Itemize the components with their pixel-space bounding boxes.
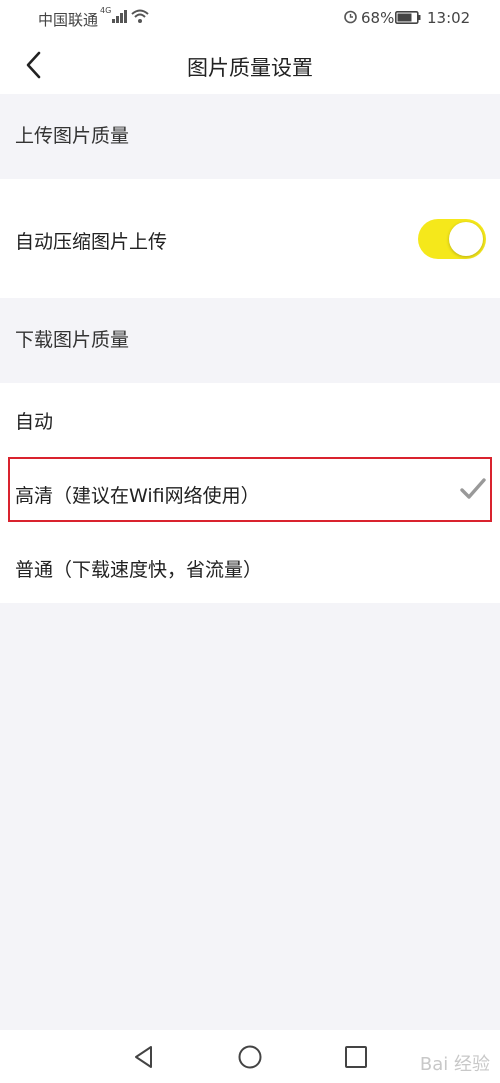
home-circle-icon[interactable]: [237, 1044, 263, 1070]
toggle-knob: [449, 222, 483, 256]
option-auto-label: 自动: [15, 411, 54, 433]
option-normal-label: 普通（下载速度快，省流量）: [15, 559, 263, 581]
back-triangle-icon[interactable]: [131, 1044, 157, 1070]
wifi-icon: [131, 9, 149, 23]
option-auto-row[interactable]: 自动: [0, 383, 500, 455]
alarm-icon: [344, 10, 357, 24]
carrier-label: 中国联通: [38, 11, 99, 29]
option-normal-row[interactable]: 普通（下载速度快，省流量）: [0, 527, 500, 603]
checkmark-icon: [460, 478, 486, 499]
auto-compress-row[interactable]: 自动压缩图片上传: [0, 179, 500, 298]
battery-percent: 68%: [361, 9, 395, 27]
watermark: Bai 经验: [419, 1054, 490, 1075]
status-bar: 中国联通 4G 68% 13:02: [0, 0, 500, 36]
nav-header: 图片质量设置: [0, 36, 500, 94]
recents-square-icon[interactable]: [343, 1044, 369, 1070]
upload-section-header: 上传图片质量: [0, 94, 500, 179]
page-title: 图片质量设置: [187, 56, 313, 80]
signal-icon: [112, 10, 127, 23]
battery-icon: [395, 11, 421, 24]
clock: 13:02: [427, 9, 471, 27]
network-type-label: 4G: [100, 6, 112, 15]
auto-compress-label: 自动压缩图片上传: [15, 231, 168, 253]
auto-compress-toggle[interactable]: [418, 219, 486, 259]
option-hd-row[interactable]: 高清（建议在Wifi网络使用）: [0, 455, 500, 527]
download-section-header: 下载图片质量: [0, 298, 500, 383]
option-hd-label: 高清（建议在Wifi网络使用）: [15, 485, 260, 507]
